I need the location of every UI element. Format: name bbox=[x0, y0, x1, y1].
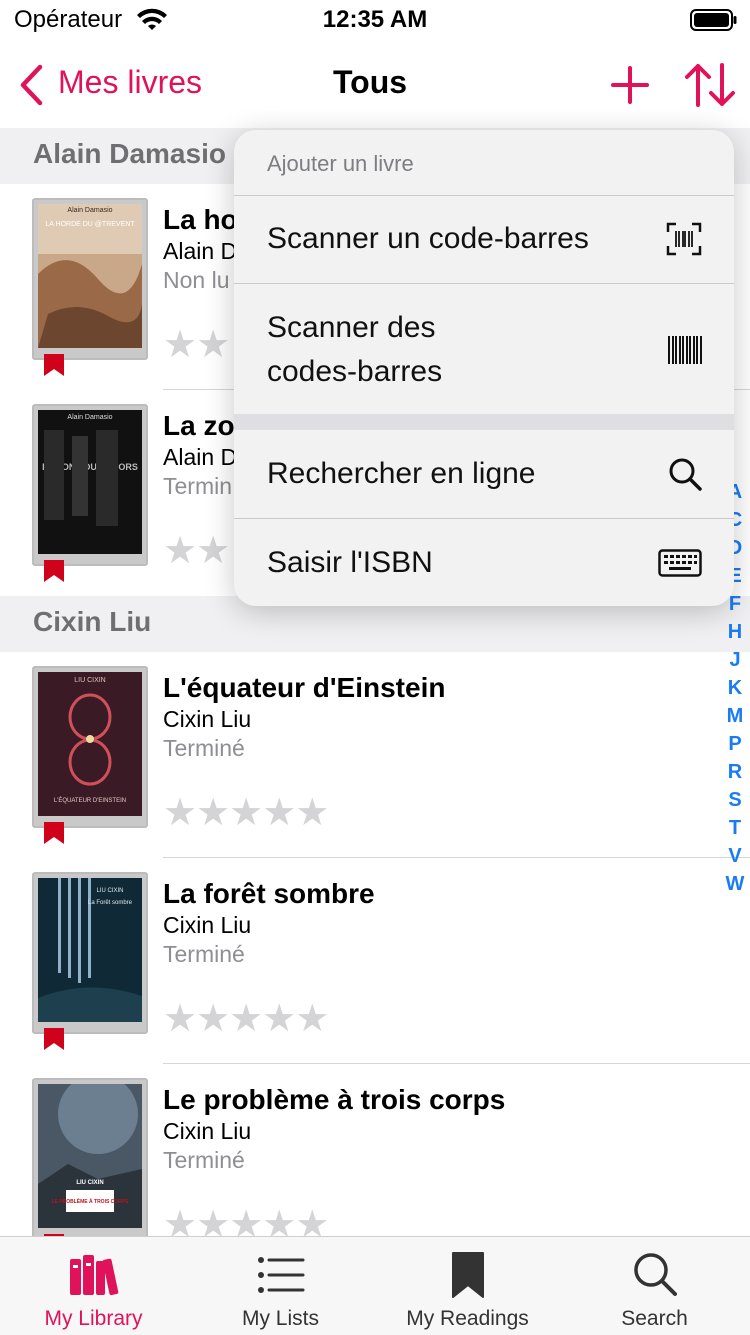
book-title: Le problème à trois corps bbox=[163, 1084, 506, 1115]
book-title: La ho bbox=[163, 204, 238, 235]
bookmark-icon bbox=[44, 354, 64, 376]
cover-art: Alain Damasio LA ZONE DU DEHORS bbox=[38, 410, 142, 554]
index-letter[interactable]: S bbox=[722, 786, 748, 814]
section-title: Alain Damasio bbox=[33, 138, 226, 169]
book-row[interactable]: LIU CIXIN La Forêt sombre La forêt sombr… bbox=[0, 858, 750, 1064]
search-icon bbox=[669, 458, 702, 491]
svg-text:La Forêt sombre: La Forêt sombre bbox=[88, 900, 133, 906]
tab-label: My Lists bbox=[241, 1307, 319, 1330]
book-title: La zo bbox=[163, 410, 235, 441]
book-status: Terminé bbox=[163, 1147, 245, 1173]
scan-barcodes-item[interactable]: Scanner des codes-barres bbox=[234, 284, 734, 414]
menu-item-label: Scanner un code-barres bbox=[267, 222, 589, 255]
book-cover: LIU CIXIN LE PROBLÈME À TROIS CORPS bbox=[32, 1078, 148, 1240]
index-letter[interactable]: R bbox=[722, 758, 748, 786]
search-online-item[interactable]: Rechercher en ligne bbox=[234, 430, 734, 518]
rating-stars[interactable]: ★★★★★ bbox=[163, 996, 329, 1041]
menu-item-label: Saisir l'ISBN bbox=[267, 546, 433, 579]
tab-label: Search bbox=[621, 1307, 688, 1330]
index-letter[interactable]: W bbox=[722, 870, 748, 898]
menu-item-label: codes-barres bbox=[267, 355, 443, 388]
clock: 12:35 AM bbox=[322, 6, 428, 33]
tab-my-readings[interactable]: My Readings bbox=[374, 1237, 561, 1335]
menu-item-label: Rechercher en ligne bbox=[267, 457, 536, 490]
book-author: Cixin Liu bbox=[163, 706, 252, 732]
book-author: Alain D bbox=[163, 238, 238, 264]
index-letter[interactable]: J bbox=[722, 646, 748, 674]
book-cover: LIU CIXIN La Forêt sombre bbox=[32, 872, 148, 1034]
barcode-scan-icon bbox=[666, 222, 702, 256]
cover-art: LIU CIXIN L'ÉQUATEUR D'EINSTEIN bbox=[38, 672, 142, 816]
list-icon bbox=[257, 1257, 304, 1293]
add-book-menu: Ajouter un livre Scanner un code-barres … bbox=[234, 130, 734, 606]
tab-my-library[interactable]: My Library bbox=[0, 1237, 187, 1335]
tab-bar: My Library My Lists My Readings Search bbox=[0, 1236, 750, 1335]
navigation-bar: Mes livres Tous bbox=[0, 40, 750, 128]
add-icon[interactable] bbox=[611, 66, 649, 104]
index-letter[interactable]: T bbox=[722, 814, 748, 842]
sort-icon[interactable] bbox=[684, 62, 736, 108]
index-letter[interactable]: K bbox=[722, 674, 748, 702]
tab-label: My Readings bbox=[406, 1307, 529, 1330]
svg-text:L'ÉQUATEUR D'EINSTEIN: L'ÉQUATEUR D'EINSTEIN bbox=[54, 797, 126, 804]
cover-art: LIU CIXIN LE PROBLÈME À TROIS CORPS bbox=[38, 1084, 142, 1228]
book-author: Alain D bbox=[163, 444, 238, 470]
index-letter[interactable]: P bbox=[722, 730, 748, 758]
book-status: Non lu bbox=[163, 267, 230, 293]
tab-search[interactable]: Search bbox=[561, 1237, 748, 1335]
svg-text:Alain Damasio: Alain Damasio bbox=[67, 414, 112, 421]
bookmark-icon bbox=[44, 1028, 64, 1050]
cover-art: LIU CIXIN La Forêt sombre bbox=[38, 878, 142, 1022]
index-letter[interactable]: M bbox=[722, 702, 748, 730]
library-icon bbox=[69, 1255, 118, 1296]
index-letter[interactable]: V bbox=[722, 842, 748, 870]
book-row[interactable]: LIU CIXIN L'ÉQUATEUR D'EINSTEIN L'équate… bbox=[0, 652, 750, 858]
book-author: Cixin Liu bbox=[163, 912, 252, 938]
svg-text:LA HORDE DU @TREVENT: LA HORDE DU @TREVENT bbox=[45, 221, 135, 228]
book-author: Cixin Liu bbox=[163, 1118, 252, 1144]
book-title: L'équateur d'Einstein bbox=[163, 672, 446, 703]
search-icon bbox=[633, 1253, 677, 1296]
book-cover: LIU CIXIN L'ÉQUATEUR D'EINSTEIN bbox=[32, 666, 148, 828]
bookmark-icon bbox=[451, 1252, 484, 1298]
menu-header: Ajouter un livre bbox=[267, 151, 414, 176]
tab-label: My Library bbox=[44, 1307, 143, 1330]
menu-item-label: Scanner des bbox=[267, 311, 436, 344]
book-title: La forêt sombre bbox=[163, 878, 375, 909]
book-cover: Alain Damasio LA ZONE DU DEHORS bbox=[32, 404, 148, 566]
index-letter[interactable]: H bbox=[722, 618, 748, 646]
menu-section-gap bbox=[234, 414, 734, 430]
svg-text:LIU CIXIN: LIU CIXIN bbox=[96, 888, 123, 894]
svg-text:LIU CIXIN: LIU CIXIN bbox=[74, 677, 106, 684]
svg-text:LE PROBLÈME À TROIS CORPS: LE PROBLÈME À TROIS CORPS bbox=[52, 1197, 130, 1205]
status-bar: Opérateur 12:35 AM bbox=[0, 0, 750, 40]
book-status: Terminé bbox=[163, 941, 245, 967]
svg-text:LIU CIXIN: LIU CIXIN bbox=[76, 1180, 103, 1186]
svg-text:Alain Damasio: Alain Damasio bbox=[67, 207, 112, 214]
tab-my-lists[interactable]: My Lists bbox=[187, 1237, 374, 1335]
rating-stars[interactable]: ★★ bbox=[163, 322, 230, 367]
section-title: Cixin Liu bbox=[33, 606, 152, 637]
barcode-icon bbox=[668, 336, 702, 364]
book-status: Terminé bbox=[163, 735, 245, 761]
bookmark-icon bbox=[44, 560, 64, 582]
book-cover: Alain Damasio LA HORDE DU @TREVENT bbox=[32, 198, 148, 360]
bookmark-icon bbox=[44, 822, 64, 844]
battery-icon bbox=[690, 9, 737, 31]
book-status: Termin bbox=[163, 473, 233, 499]
cover-art: Alain Damasio LA HORDE DU @TREVENT bbox=[38, 204, 142, 348]
rating-stars[interactable]: ★★★★★ bbox=[163, 790, 329, 835]
enter-isbn-item[interactable]: Saisir l'ISBN bbox=[234, 519, 734, 606]
keyboard-icon bbox=[658, 549, 702, 577]
rating-stars[interactable]: ★★ bbox=[163, 528, 230, 573]
scan-barcode-item[interactable]: Scanner un code-barres bbox=[234, 196, 734, 283]
